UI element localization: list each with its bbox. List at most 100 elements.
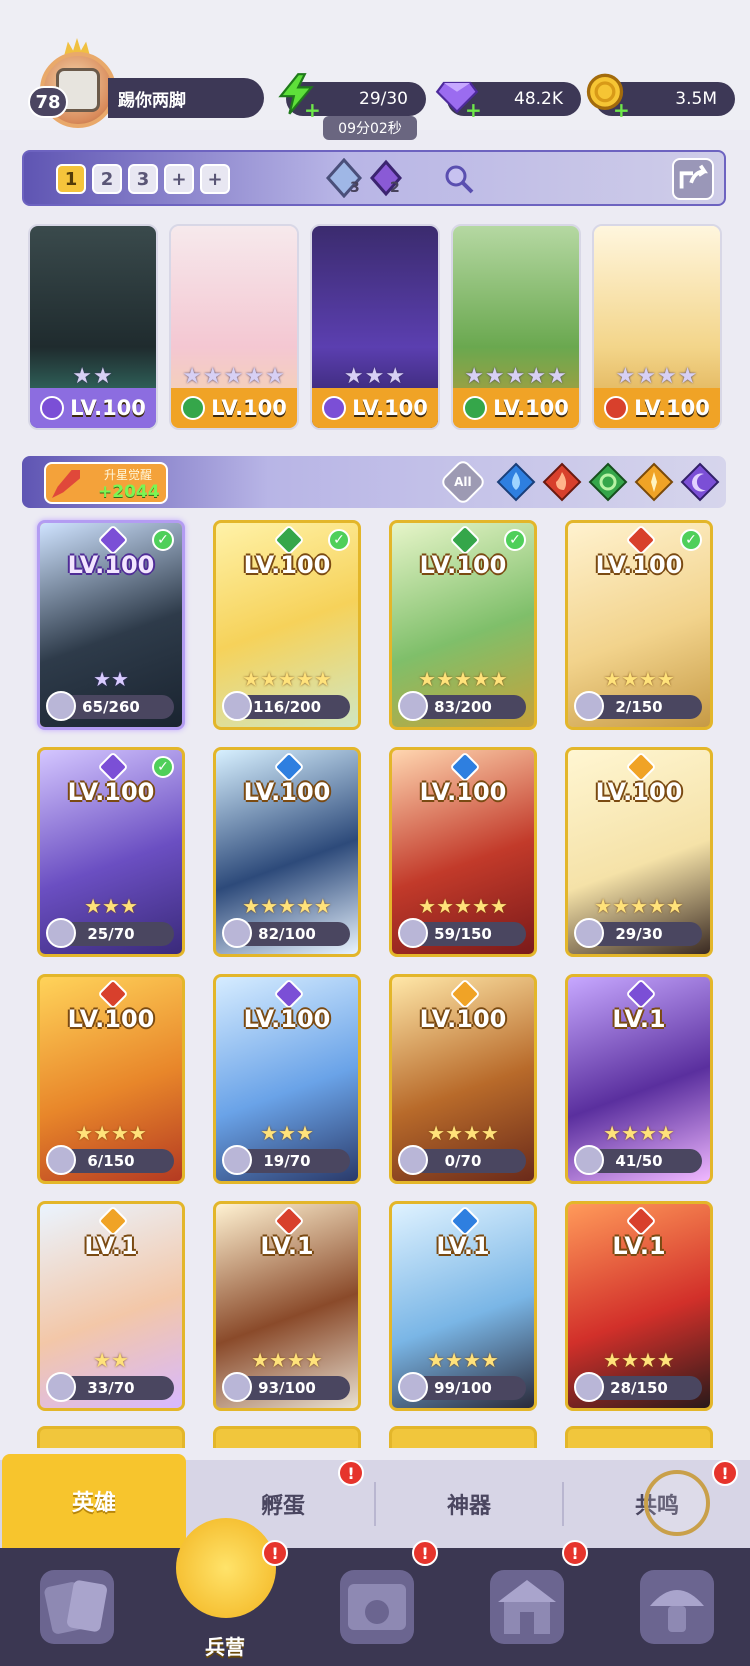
shard-progress-value: 28/150: [610, 1379, 668, 1397]
hero-stars: ★★★★: [615, 364, 699, 389]
filter-all-label: All: [454, 474, 472, 489]
tab-heroes[interactable]: 英雄: [2, 1454, 186, 1548]
add-energy-icon[interactable]: +: [304, 98, 321, 122]
shard-progress: 93/100: [222, 1372, 350, 1402]
shard-progress: 99/100: [398, 1372, 526, 1402]
shrine-alert-badge: !: [562, 1540, 588, 1566]
hero-stars: ★★★★★: [242, 894, 332, 918]
hero-level: LV.100: [70, 396, 146, 420]
hero-card-peek: [213, 1426, 361, 1448]
tab-artifacts[interactable]: 神器: [376, 1460, 562, 1548]
team-hero-card[interactable]: ★★ LV.100: [28, 224, 158, 430]
hero-level-bar: LV.100: [312, 388, 438, 428]
shard-progress-value: 2/150: [615, 698, 663, 716]
shard-progress: 2/150: [574, 691, 702, 721]
team-hero-card[interactable]: ★★★ LV.100: [310, 224, 440, 430]
hero-card[interactable]: ✓ LV.100 ★★★★★ 116/200: [213, 520, 361, 730]
hero-card[interactable]: ✓ LV.100 ★★★★★ 83/200: [389, 520, 537, 730]
team-hero-card[interactable]: ★★★★ LV.100: [592, 224, 722, 430]
hero-stars: ★★★★★: [464, 364, 568, 389]
hero-card[interactable]: LV.100 ★★★★ 0/70: [389, 974, 537, 1184]
hero-stars: ★★★★★: [594, 894, 684, 918]
hero-card[interactable]: ✓ LV.100 ★★ 65/260: [37, 520, 185, 730]
sword-icon: [52, 470, 80, 498]
filter-light-button[interactable]: [634, 462, 674, 502]
element-icon: [322, 396, 347, 420]
hero-level: LV.100: [243, 778, 331, 806]
shard-progress-value: 83/200: [434, 698, 492, 716]
team-slot-add-1[interactable]: +: [164, 164, 194, 194]
shard-progress: 28/150: [574, 1372, 702, 1402]
hero-stars: ★★★: [343, 364, 407, 389]
share-button[interactable]: [672, 158, 714, 200]
shard-progress: 65/260: [46, 691, 174, 721]
element-icon: [463, 396, 488, 420]
hero-card[interactable]: LV.100 ★★★★★ 59/150: [389, 747, 537, 957]
player-name[interactable]: 踢你两脚: [108, 78, 264, 118]
tab-hatch-label: 孵蛋: [260, 1494, 305, 1519]
shard-progress-value: 6/150: [87, 1152, 135, 1170]
shard-progress: 0/70: [398, 1145, 526, 1175]
book-alert-badge: !: [412, 1540, 438, 1566]
gem-counter[interactable]: + 48.2K: [435, 81, 581, 122]
shard-icon: [574, 1372, 604, 1402]
filter-fire-button[interactable]: [542, 462, 582, 502]
hero-level: LV.100: [595, 551, 683, 579]
hero-level-bar: LV.100: [171, 388, 297, 428]
hero-stars: ★★: [72, 364, 114, 389]
hero-level: LV.100: [243, 551, 331, 579]
hero-level: LV.100: [595, 778, 683, 806]
hero-level: LV.100: [419, 778, 507, 806]
energy-counter[interactable]: + 29/30: [278, 73, 426, 122]
shard-progress-value: 33/70: [87, 1379, 135, 1397]
bottom-nav: 兵营 ! ! !: [0, 1518, 750, 1666]
team-slot-3[interactable]: 3: [128, 164, 158, 194]
checkmark-icon: ✓: [152, 529, 174, 551]
team-slot-2[interactable]: 2: [92, 164, 122, 194]
filter-all-button[interactable]: All: [438, 457, 488, 507]
add-gem-icon[interactable]: +: [465, 98, 482, 122]
nav-cards[interactable]: [0, 1548, 150, 1666]
shard-icon: [46, 691, 76, 721]
shard-progress: 83/200: [398, 691, 526, 721]
energy-value: 29/30: [359, 89, 408, 109]
team-hero-card[interactable]: ★★★★★ LV.100: [451, 224, 581, 430]
checkmark-icon: ✓: [504, 529, 526, 551]
purple-crystal-icon: [370, 159, 402, 197]
water-element-icon: [496, 462, 536, 502]
team-slot-add-2[interactable]: +: [200, 164, 230, 194]
hero-card[interactable]: LV.1 ★★★★ 99/100: [389, 1201, 537, 1411]
shard-progress: 33/70: [46, 1372, 174, 1402]
hero-card[interactable]: ✓ LV.100 ★★★★ 2/150: [565, 520, 713, 730]
hero-card[interactable]: LV.100 ★★★★ 6/150: [37, 974, 185, 1184]
filter-wind-button[interactable]: [588, 462, 628, 502]
hero-card[interactable]: LV.1 ★★★★ 93/100: [213, 1201, 361, 1411]
barracks-icon: [176, 1518, 276, 1618]
hero-level: LV.100: [211, 396, 287, 420]
hero-card[interactable]: LV.100 ★★★ 19/70: [213, 974, 361, 1184]
filter-water-button[interactable]: [496, 462, 536, 502]
filter-dark-button[interactable]: [680, 462, 720, 502]
hero-card-peek: [565, 1426, 713, 1448]
filter-bar: 升星觉醒 +2044 All: [22, 456, 726, 508]
shard-progress: 25/70: [46, 918, 174, 948]
hero-card[interactable]: LV.1 ★★ 33/70: [37, 1201, 185, 1411]
nav-mushroom[interactable]: [600, 1548, 750, 1666]
hero-card[interactable]: LV.1 ★★★★ 28/150: [565, 1201, 713, 1411]
coin-counter[interactable]: + 3.5M: [586, 73, 735, 122]
add-coin-icon[interactable]: +: [613, 98, 630, 122]
top-bar: 78 踢你两脚 + 29/30 09分02秒 + 48.2K + 3.5M: [0, 0, 750, 140]
hero-card[interactable]: ✓ LV.100 ★★★ 25/70: [37, 747, 185, 957]
team-slot-1[interactable]: 1: [56, 164, 86, 194]
hero-card[interactable]: LV.1 ★★★★ 41/50: [565, 974, 713, 1184]
shard-progress: 29/30: [574, 918, 702, 948]
wind-element-icon: [588, 462, 628, 502]
search-icon[interactable]: [442, 162, 476, 196]
shard-icon: [574, 691, 604, 721]
hero-card[interactable]: LV.100 ★★★★★ 29/30: [565, 747, 713, 957]
shard-progress-value: 25/70: [87, 925, 135, 943]
star-awaken-button[interactable]: 升星觉醒 +2044: [44, 462, 168, 504]
team-hero-card[interactable]: ★★★★★ LV.100: [169, 224, 299, 430]
hero-level: LV.100: [243, 1005, 331, 1033]
hero-card[interactable]: LV.100 ★★★★★ 82/100: [213, 747, 361, 957]
